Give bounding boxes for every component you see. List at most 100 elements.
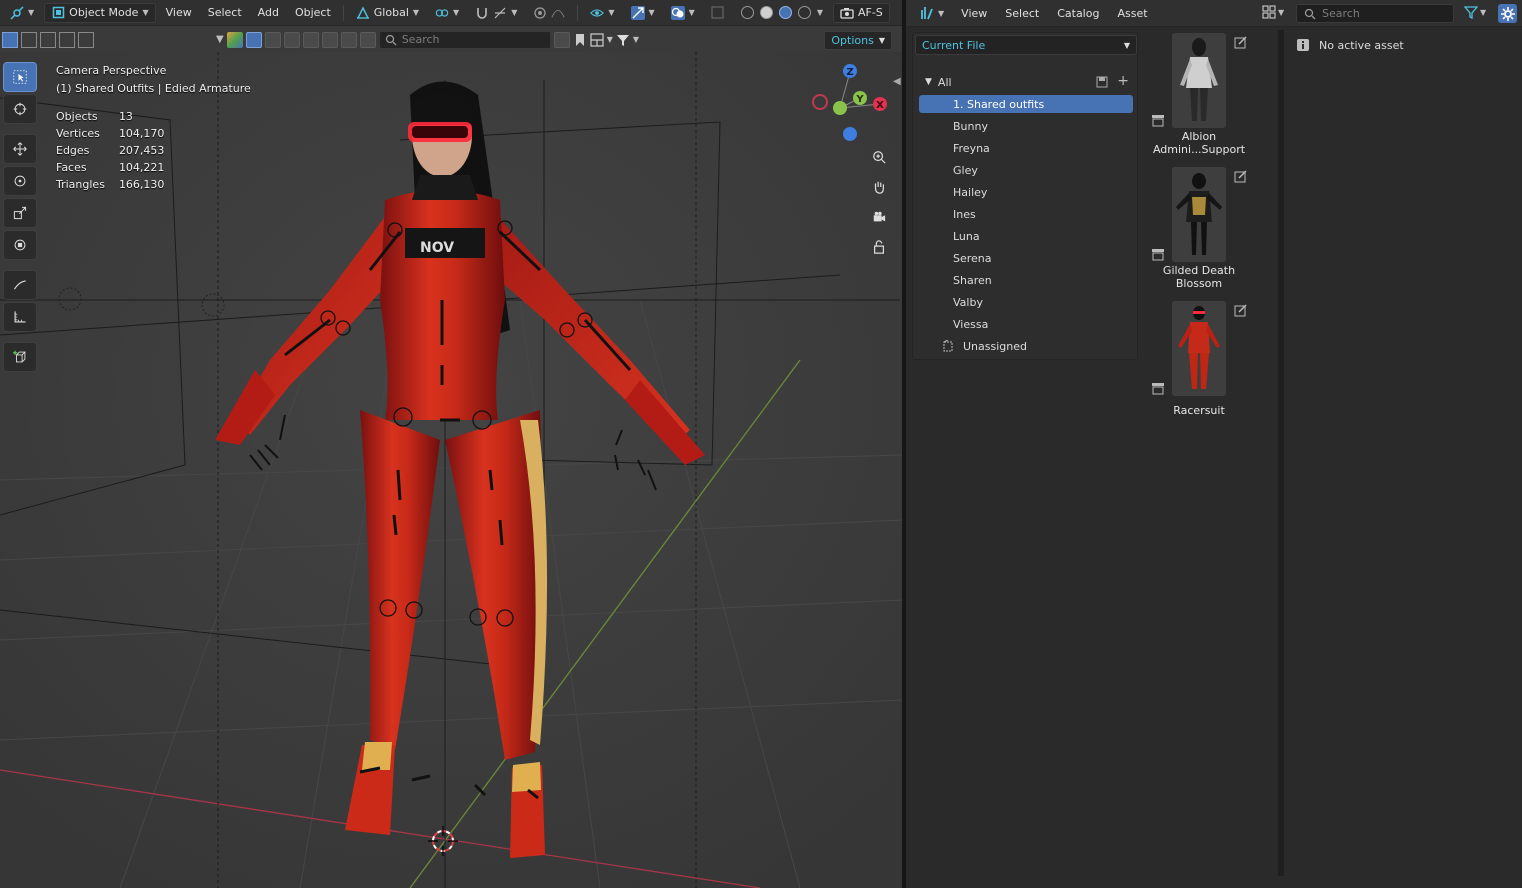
catalog-item[interactable]: Serena [913,247,1139,269]
overlays-button[interactable]: ▼ [665,3,701,23]
annotate-tool[interactable] [3,270,37,300]
chevron-down-icon[interactable]: ▼ [216,34,224,45]
camera-toggle-button[interactable] [866,204,892,230]
pan-button[interactable] [866,174,892,200]
solid-shading-icon[interactable] [759,6,773,19]
camera-view-button[interactable]: AF-S [832,2,890,23]
catalog-item[interactable]: Luna [913,225,1139,247]
catalog-unassigned[interactable]: Unassigned [913,335,1139,357]
filter-texture-icon[interactable] [283,31,300,48]
move-tool[interactable] [3,134,37,164]
mode-select[interactable]: Object Mode ▼ [44,2,156,23]
proportional-editing-button[interactable] [527,3,571,23]
display-mode-icon[interactable] [590,32,604,47]
gizmo-neg-x[interactable] [812,94,828,110]
object-types-icon[interactable] [226,31,243,48]
catalog-all[interactable]: ▼ All + [913,71,1139,93]
asset-thumbnail[interactable] [1172,167,1226,262]
snap-button[interactable]: ▼ [469,3,523,23]
asset-item[interactable]: Gilded Death Blossom [1146,164,1282,294]
wireframe-shading-icon[interactable] [740,6,754,19]
asset-sidebar-divider[interactable] [1278,30,1284,876]
catalog-item[interactable]: Viessa [913,313,1139,335]
select-new-icon[interactable] [2,31,18,48]
options-button[interactable]: Options ▼ [824,31,892,50]
menu-add[interactable]: Add [252,3,285,23]
rendered-shading-icon[interactable] [797,6,811,19]
asset-filter-button[interactable]: ▼ [1464,5,1486,19]
viewport-search-input[interactable]: Search [378,30,551,49]
catalog-item[interactable]: Bunny [913,115,1139,137]
shading-modes[interactable]: ▼ [735,3,829,23]
save-catalog-icon[interactable] [1095,75,1109,89]
menu-select[interactable]: Select [202,3,248,23]
filter-armature-icon[interactable] [340,31,357,48]
asset-menu-asset[interactable]: Asset [1110,7,1154,20]
filter-pose-icon[interactable] [359,31,376,48]
xray-button[interactable] [705,3,731,23]
pivot-point-button[interactable]: ▼ [429,3,465,23]
asset-item[interactable]: Albion Admini...Support [1146,30,1282,160]
add-cube-tool[interactable] [3,342,37,372]
visibility-button[interactable]: ▼ [584,3,620,23]
asset-thumbnail[interactable] [1172,33,1226,128]
asset-settings-button[interactable] [1498,4,1517,23]
asset-menu-select[interactable]: Select [998,7,1046,20]
catalog-item[interactable]: Valby [913,291,1139,313]
archive-asset-icon[interactable] [1151,382,1167,396]
scale-tool[interactable] [3,198,37,228]
3d-viewport[interactable]: ▼ Object Mode ▼ View Select Add Object G… [0,0,902,888]
select-intersect-icon[interactable] [78,31,94,48]
select-subtract-icon[interactable] [40,31,56,48]
navigation-gizmo[interactable]: Z Y X [808,60,896,150]
select-box-tool[interactable] [3,62,37,92]
editor-type-button[interactable]: ▼ [4,3,40,23]
gizmo-y-label: Y [855,94,864,105]
stat-value: 13 [118,110,133,123]
asset-thumbnail[interactable] [1172,301,1226,396]
asset-editor-type-button[interactable]: ▼ [914,3,950,23]
stat-label: Faces [56,161,87,174]
bookmark-icon[interactable] [573,33,587,47]
filter-object-icon[interactable] [321,31,338,48]
edit-asset-icon[interactable] [1234,303,1250,319]
catalog-item[interactable]: Ines [913,203,1139,225]
catalog-item[interactable]: Gley [913,159,1139,181]
display-mode-button[interactable]: ▼ [1262,5,1284,19]
material-shading-icon[interactable] [778,6,792,19]
menu-view[interactable]: View [160,3,198,23]
measure-tool[interactable] [3,302,37,332]
asset-menu-view[interactable]: View [954,7,994,20]
add-catalog-icon[interactable]: + [1117,74,1129,89]
lock-view-button[interactable] [866,234,892,260]
filter-mesh-icon[interactable] [245,31,262,48]
edit-asset-icon[interactable] [1234,169,1250,185]
catalog-item[interactable]: Hailey [913,181,1139,203]
chevron-down-icon[interactable]: ▼ [925,77,932,87]
select-extend-icon[interactable] [21,31,37,48]
filter-funnel-icon[interactable] [616,33,630,47]
filter-world-icon[interactable] [302,31,319,48]
menu-object[interactable]: Object [289,3,337,23]
transform-tool[interactable] [3,230,37,260]
filter-material-icon[interactable] [264,31,281,48]
filter-toggle-icon[interactable] [553,31,570,48]
edit-asset-icon[interactable] [1234,35,1250,51]
gizmo-toggle-button[interactable]: ▼ [625,3,661,23]
select-invert-icon[interactable] [59,31,75,48]
asset-search-input[interactable]: Search [1296,4,1454,23]
cursor-tool[interactable] [3,94,37,124]
library-select[interactable]: Current File ▼ [915,35,1137,55]
catalog-item[interactable]: Freyna [913,137,1139,159]
zoom-button[interactable] [866,144,892,170]
gizmo-neg-z[interactable] [843,127,857,141]
gizmo-neg-y[interactable] [833,101,847,115]
archive-asset-icon[interactable] [1151,248,1167,262]
catalog-item[interactable]: Sharen [913,269,1139,291]
transform-orientation-select[interactable]: Global ▼ [350,3,425,23]
archive-asset-icon[interactable] [1151,114,1167,128]
asset-menu-catalog[interactable]: Catalog [1050,7,1106,20]
rotate-tool[interactable] [3,166,37,196]
asset-item[interactable]: Racersuit [1146,298,1282,428]
catalog-item-shared-outfits[interactable]: 1. Shared outfits [919,95,1133,113]
